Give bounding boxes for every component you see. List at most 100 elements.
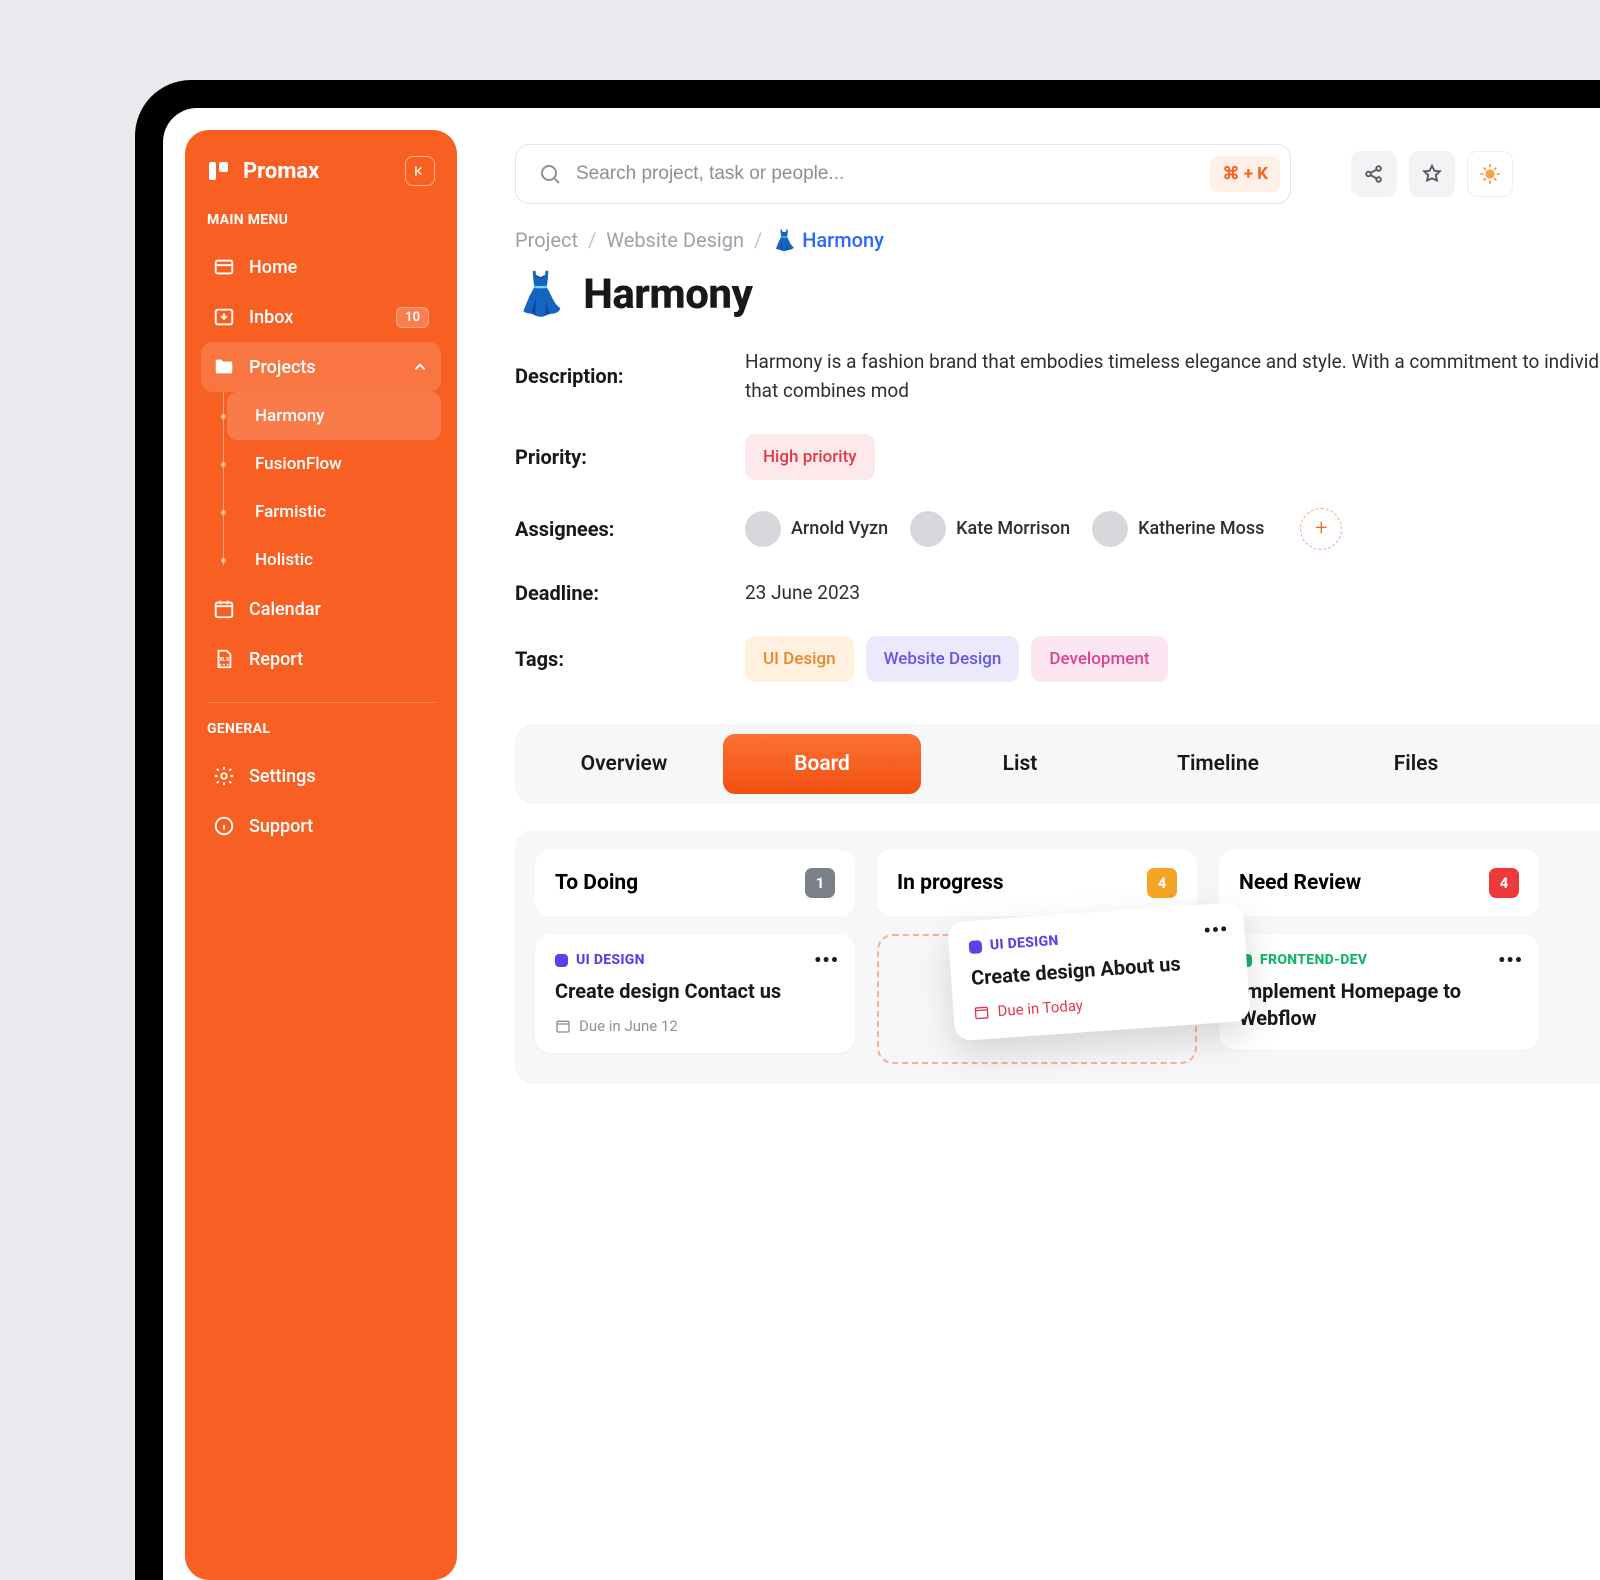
assignee[interactable]: Kate Morrison	[910, 511, 1070, 547]
nav-home-label: Home	[249, 257, 429, 278]
priority-badge: High priority	[745, 434, 875, 480]
assignees-row: Arnold Vyzn Kate Morrison Katherine Moss…	[745, 508, 1600, 550]
calendar-icon	[973, 1004, 990, 1021]
chevron-up-icon	[411, 358, 429, 376]
search-shortcut: ⌘ + K	[1210, 156, 1280, 192]
star-icon	[1421, 163, 1443, 185]
column-header: Need Review 4	[1219, 850, 1539, 916]
crumb-website-design[interactable]: Website Design	[606, 228, 744, 252]
inbox-icon	[213, 306, 235, 328]
device-frame: Promax MAIN MENU Home Inbox 10 Projects	[135, 80, 1600, 1580]
search-input[interactable]	[576, 163, 1196, 185]
label-priority: Priority:	[515, 445, 745, 469]
tab-list[interactable]: List	[921, 734, 1119, 794]
nav-settings-label: Settings	[249, 766, 429, 787]
column-title: In progress	[897, 871, 1004, 895]
calendar-icon	[213, 598, 235, 620]
add-assignee-button[interactable]: +	[1300, 508, 1342, 550]
kanban-board: To Doing 1 UI DESIGN ••• Create design C…	[515, 830, 1600, 1084]
label-deadline: Deadline:	[515, 581, 745, 605]
tab-board[interactable]: Board	[723, 734, 921, 794]
sidebar-item-report[interactable]: XLS Report	[201, 634, 441, 684]
subproject-fusionflow[interactable]: FusionFlow	[227, 440, 441, 488]
project-deadline: 23 June 2023	[745, 578, 1600, 607]
search-icon	[538, 162, 562, 186]
breadcrumb: Project / Website Design / 👗 Harmony	[515, 228, 1600, 252]
share-icon	[1363, 163, 1385, 185]
task-title: Create design Contact us	[555, 978, 835, 1005]
brand: Promax	[207, 159, 319, 184]
avatar	[910, 511, 946, 547]
tab-timeline[interactable]: Timeline	[1119, 734, 1317, 794]
column-header: To Doing 1	[535, 850, 855, 916]
screen: Promax MAIN MENU Home Inbox 10 Projects	[163, 108, 1600, 1580]
tag[interactable]: UI Design	[745, 636, 854, 682]
sidebar-divider	[207, 702, 435, 703]
tab-overview[interactable]: Overview	[525, 734, 723, 794]
project-meta: Description: Harmony is a fashion brand …	[515, 347, 1600, 682]
page-title-row: 👗 Harmony	[515, 270, 1600, 319]
logo-icon	[207, 159, 231, 183]
assignee[interactable]: Arnold Vyzn	[745, 511, 888, 547]
column-title: To Doing	[555, 871, 638, 895]
info-icon	[213, 815, 235, 837]
collapse-icon	[413, 164, 427, 178]
sidebar: Promax MAIN MENU Home Inbox 10 Projects	[185, 130, 457, 1580]
nav-calendar-label: Calendar	[249, 599, 429, 620]
nav-report-label: Report	[249, 649, 429, 670]
avatar	[1092, 511, 1128, 547]
task-due: Due in June 12	[555, 1017, 835, 1035]
section-general: GENERAL	[207, 721, 435, 737]
avatar	[745, 511, 781, 547]
subproject-farmistic[interactable]: Farmistic	[227, 488, 441, 536]
card-more-icon[interactable]: •••	[814, 948, 839, 972]
crumb-current: 👗 Harmony	[772, 228, 884, 252]
share-button[interactable]	[1351, 151, 1397, 197]
sidebar-item-inbox[interactable]: Inbox 10	[201, 292, 441, 342]
tag[interactable]: Website Design	[866, 636, 1020, 682]
task-category: UI DESIGN	[555, 952, 835, 968]
column-count: 1	[805, 868, 835, 898]
section-main-menu: MAIN MENU	[207, 212, 435, 228]
sidebar-item-home[interactable]: Home	[201, 242, 441, 292]
nav-support-label: Support	[249, 816, 429, 837]
card-more-icon[interactable]: •••	[1498, 948, 1523, 972]
sidebar-item-settings[interactable]: Settings	[201, 751, 441, 801]
sun-icon	[1479, 163, 1501, 185]
project-description: Harmony is a fashion brand that embodies…	[745, 347, 1600, 406]
task-card[interactable]: FRONTEND-DEV ••• Implement Homepage to W…	[1219, 934, 1539, 1050]
task-card-dragging[interactable]: UI DESIGN ••• Create design About us Due…	[947, 902, 1251, 1041]
column-review: Need Review 4 FRONTEND-DEV ••• Implement…	[1219, 850, 1539, 1064]
task-card[interactable]: UI DESIGN ••• Create design Contact us D…	[535, 934, 855, 1053]
subproject-harmony[interactable]: Harmony	[227, 392, 441, 440]
label-assignees: Assignees:	[515, 517, 745, 541]
calendar-icon	[555, 1018, 571, 1034]
task-category: FRONTEND-DEV	[1239, 952, 1519, 968]
gear-icon	[213, 765, 235, 787]
sidebar-item-projects[interactable]: Projects	[201, 342, 441, 392]
report-icon: XLS	[213, 648, 235, 670]
top-actions	[1351, 151, 1513, 197]
tag[interactable]: Development	[1031, 636, 1167, 682]
sidebar-item-calendar[interactable]: Calendar	[201, 584, 441, 634]
favorite-button[interactable]	[1409, 151, 1455, 197]
crumb-project[interactable]: Project	[515, 228, 578, 252]
column-title: Need Review	[1239, 871, 1361, 895]
tab-files[interactable]: Files	[1317, 734, 1515, 794]
folder-icon	[213, 356, 235, 378]
sidebar-item-support[interactable]: Support	[201, 801, 441, 851]
card-more-icon[interactable]: •••	[1203, 917, 1230, 943]
topbar: ⌘ + K	[515, 144, 1600, 204]
column-count: 4	[1489, 868, 1519, 898]
theme-button[interactable]	[1467, 151, 1513, 197]
tags-row: UI Design Website Design Development	[745, 636, 1600, 682]
task-due: Due in Today	[973, 986, 1230, 1022]
collapse-sidebar-button[interactable]	[405, 156, 435, 186]
label-description: Description:	[515, 364, 745, 388]
column-header: In progress 4	[877, 850, 1197, 916]
assignee[interactable]: Katherine Moss	[1092, 511, 1264, 547]
column-count: 4	[1147, 868, 1177, 898]
subproject-holistic[interactable]: Holistic	[227, 536, 441, 584]
search-bar[interactable]: ⌘ + K	[515, 144, 1291, 204]
brand-name: Promax	[243, 159, 319, 184]
